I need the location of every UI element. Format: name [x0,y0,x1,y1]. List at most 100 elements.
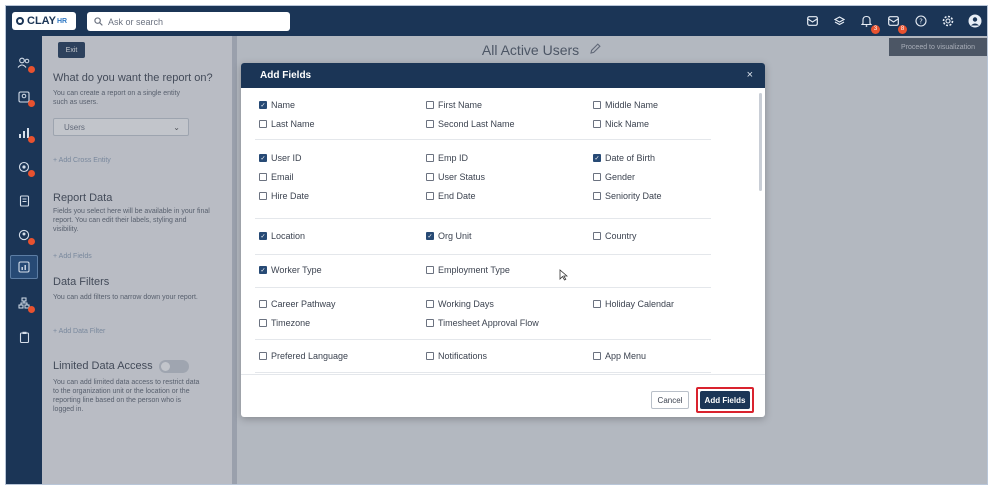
claryhr-logo[interactable]: CLAY HR [12,12,76,30]
field-last-name[interactable]: Last Name [259,119,315,129]
checkbox-icon[interactable] [426,319,434,327]
checkbox-icon[interactable] [259,120,267,128]
field-date-of-birth[interactable]: ✓ Date of Birth [593,153,655,163]
sidebar-alert-dot [28,136,35,143]
users-icon[interactable] [15,54,35,73]
inbox-icon[interactable]: 8 [885,13,907,34]
search-placeholder: Ask or search [108,16,164,27]
logo-mark-icon [16,17,24,25]
checkbox-checked-icon[interactable]: ✓ [259,232,267,240]
field-worker-type[interactable]: ✓ Worker Type [259,265,322,275]
checkbox-checked-icon[interactable]: ✓ [259,101,267,109]
field-country[interactable]: Country [593,231,637,241]
checkbox-checked-icon[interactable]: ✓ [259,154,267,162]
field-emp-id[interactable]: Emp ID [426,153,468,163]
checkbox-icon[interactable] [593,101,601,109]
field-employment-type[interactable]: Employment Type [426,265,510,275]
goals-icon[interactable] [15,158,35,177]
checkbox-icon[interactable] [426,154,434,162]
field-nick-name[interactable]: Nick Name [593,119,649,129]
field-name[interactable]: ✓ Name [259,100,295,110]
field-middle-name[interactable]: Middle Name [593,100,658,110]
sidebar-alert-dot [28,66,35,73]
checkbox-icon[interactable] [593,300,601,308]
field-user-id[interactable]: ✓ User ID [259,153,302,163]
top-bar: CLAY HR Ask or search 3 8 ? [6,6,987,36]
sidebar-alert-dot [28,306,35,313]
field-email[interactable]: Email [259,172,294,182]
dialog-header: Add Fields × [241,63,765,88]
field-timezone[interactable]: Timezone [259,318,310,328]
field-career-pathway[interactable]: Career Pathway [259,299,336,309]
layers-icon[interactable] [831,13,848,30]
search-icon [94,17,103,26]
checkbox-icon[interactable] [259,173,267,181]
help-icon[interactable]: ? [912,13,929,30]
checkbox-icon[interactable] [426,120,434,128]
add-fields-dialog: Add Fields × ✓ Name First Name Middle Nam… [241,63,765,417]
checkbox-checked-icon[interactable]: ✓ [259,266,267,274]
checkbox-icon[interactable] [593,120,601,128]
analytics-icon[interactable] [15,124,35,143]
checkbox-icon[interactable] [593,352,601,360]
field-holiday-calendar[interactable]: Holiday Calendar [593,299,674,309]
field-second-last-name[interactable]: Second Last Name [426,119,515,129]
name-fields-group: ✓ Name First Name Middle Name Last Name S… [255,88,711,140]
field-org-unit[interactable]: ✓ Org Unit [426,231,472,241]
field-seniority-date[interactable]: Seniority Date [593,191,662,201]
dialog-title: Add Fields [260,70,312,81]
field-app-menu[interactable]: App Menu [593,351,646,361]
field-timesheet-approval-flow[interactable]: Timesheet Approval Flow [426,318,539,328]
documents-icon[interactable] [15,192,33,210]
add-fields-button[interactable]: Add Fields [700,391,750,409]
field-gender[interactable]: Gender [593,172,635,182]
checkbox-icon[interactable] [259,352,267,360]
preference-fields-group: Prefered Language Notifications App Menu [255,340,711,373]
checkbox-icon[interactable] [593,192,601,200]
field-user-status[interactable]: User Status [426,172,485,182]
dialog-scrollbar[interactable] [759,93,762,191]
field-location[interactable]: ✓ Location [259,231,305,241]
avatar[interactable] [966,13,983,30]
mail-icon[interactable] [804,13,821,30]
bell-icon[interactable]: 3 [858,13,880,34]
app-window: CLAY HR Ask or search 3 8 ? Exit What do… [5,5,988,485]
logo-text: CLAY [27,15,56,27]
field-hire-date[interactable]: Hire Date [259,191,309,201]
identity-fields-group: ✓ User ID Emp ID ✓ Date of Birth Email Use… [255,140,711,219]
checkbox-icon[interactable] [259,192,267,200]
profile-card-icon[interactable] [15,88,35,107]
checkbox-icon[interactable] [426,266,434,274]
notification-badge: 3 [871,24,880,34]
reports-icon[interactable] [10,255,38,279]
checkbox-icon[interactable] [593,232,601,240]
checkbox-icon[interactable] [426,352,434,360]
cancel-button[interactable]: Cancel [651,391,689,409]
hierarchy-icon[interactable] [15,294,35,313]
checkbox-icon[interactable] [259,300,267,308]
search-people-icon[interactable] [15,226,35,245]
checkbox-icon[interactable] [426,300,434,308]
svg-text:?: ? [919,18,923,26]
checkbox-icon[interactable] [593,173,601,181]
inbox-badge: 8 [898,24,907,34]
checkbox-icon[interactable] [259,319,267,327]
field-prefered-language[interactable]: Prefered Language [259,351,348,361]
checkbox-checked-icon[interactable]: ✓ [593,154,601,162]
field-end-date[interactable]: End Date [426,191,476,201]
checkbox-checked-icon[interactable]: ✓ [426,232,434,240]
settings-icon[interactable] [939,13,956,30]
checkbox-icon[interactable] [426,173,434,181]
checkbox-icon[interactable] [426,192,434,200]
clipboard-icon[interactable] [15,328,33,346]
field-notifications[interactable]: Notifications [426,351,487,361]
close-icon[interactable]: × [747,69,753,81]
location-fields-group: ✓ Location ✓ Org Unit Country [255,219,711,255]
field-working-days[interactable]: Working Days [426,299,494,309]
field-first-name[interactable]: First Name [426,100,482,110]
search-bar[interactable]: Ask or search [87,12,290,31]
fields-list: ✓ Name First Name Middle Name Last Name S… [241,88,759,373]
mouse-cursor-icon [559,269,569,281]
sidebar [6,36,42,484]
checkbox-icon[interactable] [426,101,434,109]
